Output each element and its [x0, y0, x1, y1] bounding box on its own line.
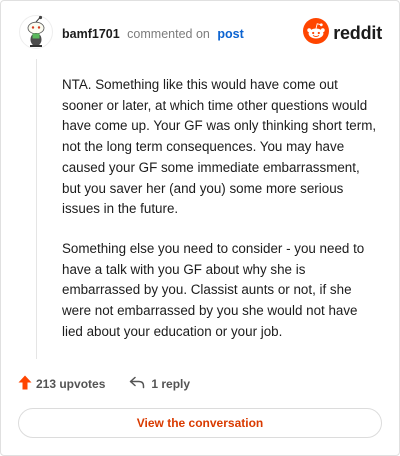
- comment-actions: 213 upvotes 1 reply: [18, 373, 190, 395]
- brand-name: reddit: [333, 22, 382, 43]
- view-conversation-button[interactable]: View the conversation: [18, 408, 382, 438]
- comment-header: bamf1701 commented on post reddit: [19, 15, 385, 55]
- thread-line: [36, 59, 37, 359]
- comment-meta: bamf1701 commented on post: [62, 27, 244, 41]
- reddit-logo[interactable]: reddit: [303, 17, 382, 49]
- comment-paragraph-1: NTA. Something like this would have come…: [62, 77, 377, 217]
- reddit-snoo-icon: [303, 17, 330, 49]
- user-avatar-icon[interactable]: [19, 15, 53, 49]
- upvote-button[interactable]: 213 upvotes: [18, 375, 105, 393]
- reply-button[interactable]: 1 reply: [129, 376, 190, 392]
- upvote-count: 213 upvotes: [36, 377, 106, 391]
- reply-count: 1 reply: [151, 377, 191, 391]
- comment-card: bamf1701 commented on post reddit NTA. S…: [0, 0, 400, 456]
- reply-arrow-icon: [129, 376, 145, 392]
- comment-paragraph-2: Something else you need to consider - yo…: [62, 240, 365, 339]
- comment-body: NTA. Something like this would have come…: [62, 75, 380, 361]
- post-link[interactable]: post: [217, 27, 243, 41]
- action-text: commented on: [127, 27, 210, 41]
- upvote-arrow-icon: [18, 375, 32, 393]
- username[interactable]: bamf1701: [62, 27, 120, 41]
